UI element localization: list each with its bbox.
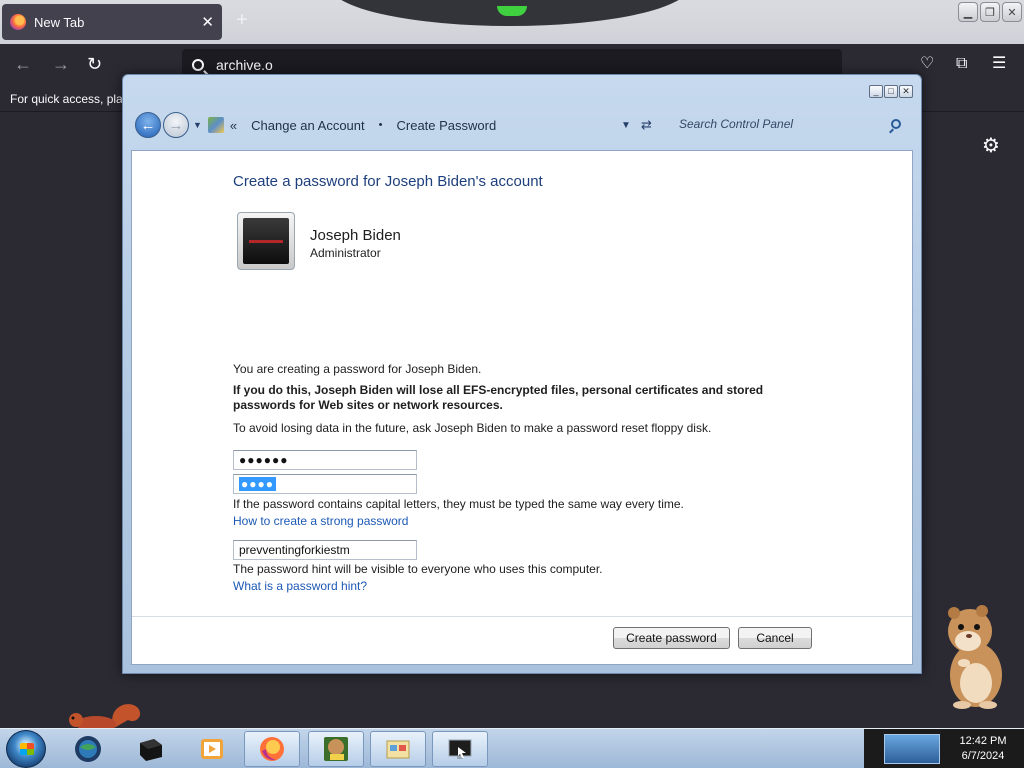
- window-minimize-button[interactable]: _: [869, 85, 883, 98]
- search-input[interactable]: Search Control Panel: [679, 117, 891, 131]
- minimize-button[interactable]: ▁: [958, 2, 978, 22]
- warning-text: If you do this, Joseph Biden will lose a…: [233, 383, 764, 412]
- content-pane: Create a password for Joseph Biden's acc…: [131, 150, 913, 665]
- breadcrumb-overflow[interactable]: «: [230, 118, 237, 133]
- breadcrumb: « Change an Account • Create Password: [230, 118, 496, 133]
- hamster-box-icon: [324, 737, 348, 761]
- browser-tab-strip: New Tab ✕ + ▁ ❐ ✕: [0, 0, 1024, 44]
- explorer-window-icon: [386, 740, 410, 759]
- forward-arrow-icon[interactable]: →: [52, 54, 70, 74]
- hamster-pet-icon[interactable]: [942, 605, 1006, 709]
- taskbar-firefox[interactable]: [244, 731, 300, 767]
- user-role: Administrator: [310, 246, 381, 260]
- bookmarks-hint-text: For quick access, plac: [10, 92, 129, 106]
- breadcrumb-separator: •: [378, 119, 383, 131]
- url-input[interactable]: archive.o: [216, 57, 273, 73]
- pocket-icon[interactable]: ♡: [920, 55, 934, 73]
- breadcrumb-item-create-password[interactable]: Create Password: [397, 118, 497, 133]
- back-arrow-icon[interactable]: ←: [14, 54, 32, 74]
- search-icon[interactable]: [891, 119, 901, 129]
- firefox-icon: [10, 14, 26, 30]
- media-player-icon: [201, 739, 223, 759]
- control-panel-icon: [207, 117, 224, 133]
- info-text: You are creating a password for Joseph B…: [233, 362, 482, 376]
- back-button[interactable]: ←: [135, 112, 161, 138]
- network-icon[interactable]: [884, 734, 940, 764]
- tab-title: New Tab: [34, 14, 85, 30]
- close-button[interactable]: ✕: [1002, 2, 1022, 22]
- forward-button[interactable]: →: [163, 112, 189, 138]
- clock-date: 6/7/2024: [961, 750, 1005, 762]
- globe-icon: [75, 736, 101, 762]
- recent-pages-dropdown-icon[interactable]: ▼: [193, 120, 202, 130]
- taskbar-game-app[interactable]: [308, 731, 364, 767]
- hint-note: The password hint will be visible to eve…: [233, 562, 603, 576]
- create-password-button[interactable]: Create password: [613, 627, 730, 649]
- monitor-icon: [448, 739, 472, 759]
- restore-button[interactable]: ❐: [980, 2, 1000, 22]
- start-button[interactable]: [6, 730, 46, 768]
- extensions-icon[interactable]: ⧉: [956, 55, 967, 73]
- refresh-icon[interactable]: ⇄: [641, 117, 652, 133]
- window-maximize-button[interactable]: □: [884, 85, 898, 98]
- user-avatar: [237, 212, 295, 270]
- password-hint-field[interactable]: prevventingforkiestm: [233, 540, 417, 560]
- system-tray: 12:42 PM 6/7/2024: [864, 729, 1024, 768]
- address-bar: ← → ▼ « Change an Account • Create Passw…: [131, 103, 913, 147]
- window-close-button[interactable]: ✕: [899, 85, 913, 98]
- caps-note: If the password contains capital letters…: [233, 497, 684, 511]
- clock[interactable]: 12:42 PM 6/7/2024: [948, 734, 1018, 764]
- taskbar-globe-app[interactable]: [60, 731, 116, 767]
- address-dropdown-icon[interactable]: ▼: [621, 120, 631, 131]
- taskbar-control-panel[interactable]: [432, 731, 488, 767]
- new-tab-button[interactable]: +: [236, 10, 248, 30]
- page-title: Create a password for Joseph Biden's acc…: [233, 173, 543, 190]
- menu-icon[interactable]: ☰: [992, 55, 1006, 73]
- strong-password-link[interactable]: How to create a strong password: [233, 514, 408, 528]
- confirm-password-field[interactable]: ●●●●: [233, 474, 417, 494]
- firefox-icon: [260, 737, 284, 761]
- reload-icon[interactable]: ↻: [87, 54, 102, 74]
- taskbar-media-app[interactable]: [122, 731, 178, 767]
- taskbar-player-app[interactable]: [184, 731, 240, 767]
- advice-text: To avoid losing data in the future, ask …: [233, 421, 712, 435]
- tab-new-tab[interactable]: New Tab ✕: [2, 4, 222, 40]
- tab-close-button[interactable]: ✕: [201, 13, 214, 31]
- taskbar: 12:42 PM 6/7/2024: [0, 728, 1024, 768]
- divider: [132, 616, 912, 617]
- control-panel-window: _ □ ✕ ← → ▼ « Change an Account • Create…: [122, 74, 922, 674]
- black-box-icon: [140, 739, 162, 761]
- gear-icon[interactable]: ⚙: [982, 133, 1000, 158]
- breadcrumb-item-change-account[interactable]: Change an Account: [251, 118, 364, 133]
- search-icon: [192, 59, 204, 71]
- confirm-password-selection: ●●●●: [239, 477, 276, 491]
- search-box[interactable]: Search Control Panel: [667, 111, 911, 137]
- cancel-button[interactable]: Cancel: [738, 627, 812, 649]
- window-caption-buttons: _ □ ✕: [869, 85, 913, 98]
- clock-time: 12:42 PM: [959, 735, 1007, 747]
- user-name: Joseph Biden: [310, 227, 401, 244]
- browser-window-controls: ▁ ❐ ✕: [958, 2, 1022, 22]
- taskbar-explorer[interactable]: [370, 731, 426, 767]
- avatar-picture: [243, 218, 289, 264]
- squirrel-pet-icon[interactable]: [66, 698, 146, 732]
- password-hint-link[interactable]: What is a password hint?: [233, 579, 367, 593]
- new-password-field[interactable]: ●●●●●●: [233, 450, 417, 470]
